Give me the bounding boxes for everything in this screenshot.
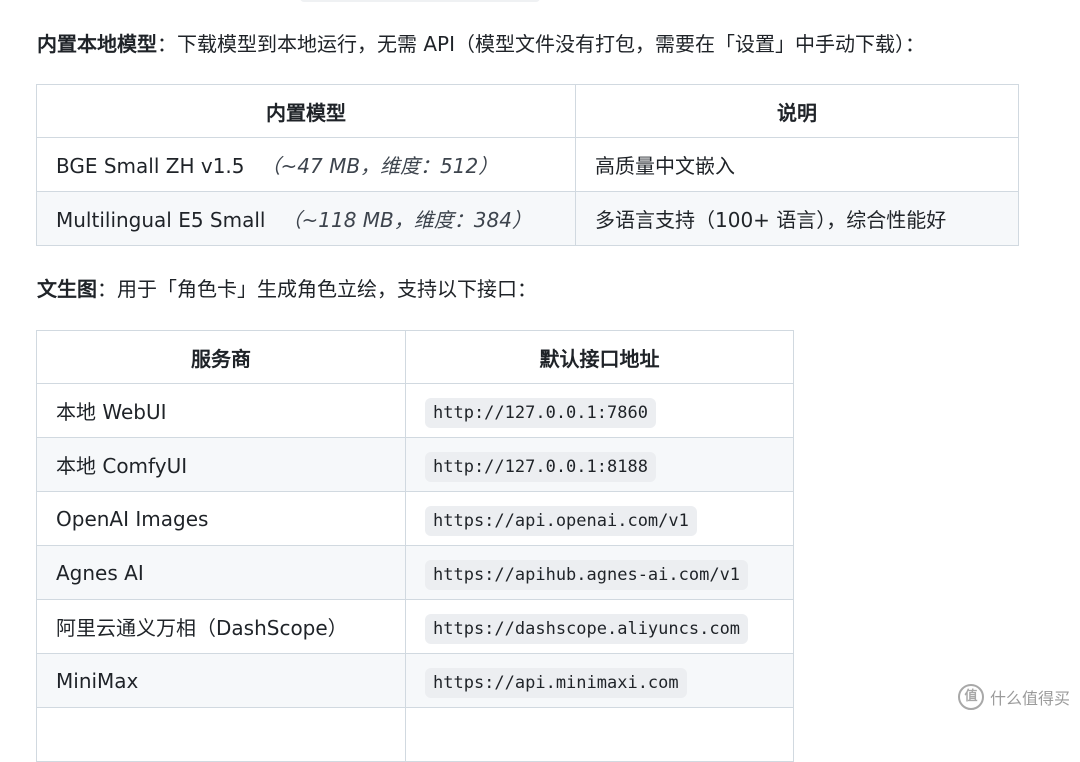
builtin-models-intro-bold: 内置本地模型 [37, 32, 157, 56]
column-header-endpoint: 默认接口地址 [405, 330, 794, 384]
provider-name: OpenAI Images [36, 491, 406, 546]
endpoint-url: https://apihub.agnes-ai.com/v1 [425, 559, 749, 590]
endpoint-url: https://api.minimaxi.com [425, 667, 687, 698]
endpoint-cell-empty [405, 707, 794, 762]
endpoint-cell: http://127.0.0.1:7860 [405, 383, 794, 438]
watermark: 值 什么值得买 [957, 684, 1070, 710]
model-note: （~47 MB，维度：512） [260, 154, 499, 178]
table-row: 本地 ComfyUI http://127.0.0.1:8188 [36, 437, 794, 492]
table-row: Multilingual E5 Small （~118 MB，维度：384） 多语… [36, 191, 1019, 246]
column-header-provider: 服务商 [36, 330, 406, 384]
endpoint-url: http://127.0.0.1:7860 [425, 397, 656, 428]
provider-name: 本地 WebUI [36, 383, 406, 438]
text-to-image-intro-bold: 文生图 [37, 277, 97, 301]
endpoint-cell: https://api.openai.com/v1 [405, 491, 794, 546]
provider-name: MiniMax [36, 653, 406, 708]
builtin-models-table: 内置模型 说明 BGE Small ZH v1.5 （~47 MB，维度：512）… [36, 84, 1019, 246]
table-row: OpenAI Images https://api.openai.com/v1 [36, 491, 794, 546]
builtin-models-intro: 内置本地模型：下载模型到本地运行，无需 API（模型文件没有打包，需要在「设置」… [37, 30, 925, 58]
table-row: BGE Small ZH v1.5 （~47 MB，维度：512） 高质量中文嵌入 [36, 137, 1019, 192]
table-row: Agnes AI https://apihub.agnes-ai.com/v1 [36, 545, 794, 600]
watermark-text: 什么值得买 [989, 689, 1070, 708]
table-row: 本地 WebUI http://127.0.0.1:7860 [36, 383, 794, 438]
providers-table: 服务商 默认接口地址 本地 WebUI http://127.0.0.1:786… [36, 330, 794, 762]
model-name: BGE Small ZH v1.5 [56, 154, 245, 178]
model-name: Multilingual E5 Small [56, 208, 266, 232]
endpoint-cell: https://apihub.agnes-ai.com/v1 [405, 545, 794, 600]
table-header-row: 内置模型 说明 [36, 84, 1019, 138]
endpoint-cell: https://api.minimaxi.com [405, 653, 794, 708]
text-to-image-intro: 文生图：用于「角色卡」生成角色立绘，支持以下接口： [37, 275, 537, 303]
provider-name: 本地 ComfyUI [36, 437, 406, 492]
endpoint-url: https://api.openai.com/v1 [425, 505, 697, 536]
model-cell: Multilingual E5 Small （~118 MB，维度：384） [36, 191, 576, 246]
table-row: 阿里云通义万相（DashScope） https://dashscope.ali… [36, 599, 794, 654]
endpoint-url: https://dashscope.aliyuncs.com [425, 613, 749, 644]
model-description: 多语言支持（100+ 语言），综合性能好 [575, 191, 1019, 246]
provider-name: 阿里云通义万相（DashScope） [36, 599, 406, 654]
table-row [36, 707, 794, 762]
code-block-stub [300, 0, 540, 2]
column-header-model: 内置模型 [36, 84, 576, 138]
model-cell: BGE Small ZH v1.5 （~47 MB，维度：512） [36, 137, 576, 192]
column-header-description: 说明 [575, 84, 1019, 138]
watermark-logo-icon: 值 [957, 684, 984, 710]
table-row: MiniMax https://api.minimaxi.com [36, 653, 794, 708]
table-header-row: 服务商 默认接口地址 [36, 330, 794, 384]
endpoint-cell: http://127.0.0.1:8188 [405, 437, 794, 492]
model-description: 高质量中文嵌入 [575, 137, 1019, 192]
endpoint-url: http://127.0.0.1:8188 [425, 451, 656, 482]
text-to-image-intro-text: ：用于「角色卡」生成角色立绘，支持以下接口： [97, 277, 537, 301]
provider-name: Agnes AI [36, 545, 406, 600]
builtin-models-intro-text: ：下载模型到本地运行，无需 API（模型文件没有打包，需要在「设置」中手动下载）… [157, 32, 925, 56]
model-note: （~118 MB，维度：384） [281, 208, 532, 232]
endpoint-cell: https://dashscope.aliyuncs.com [405, 599, 794, 654]
provider-name-empty [36, 707, 406, 762]
